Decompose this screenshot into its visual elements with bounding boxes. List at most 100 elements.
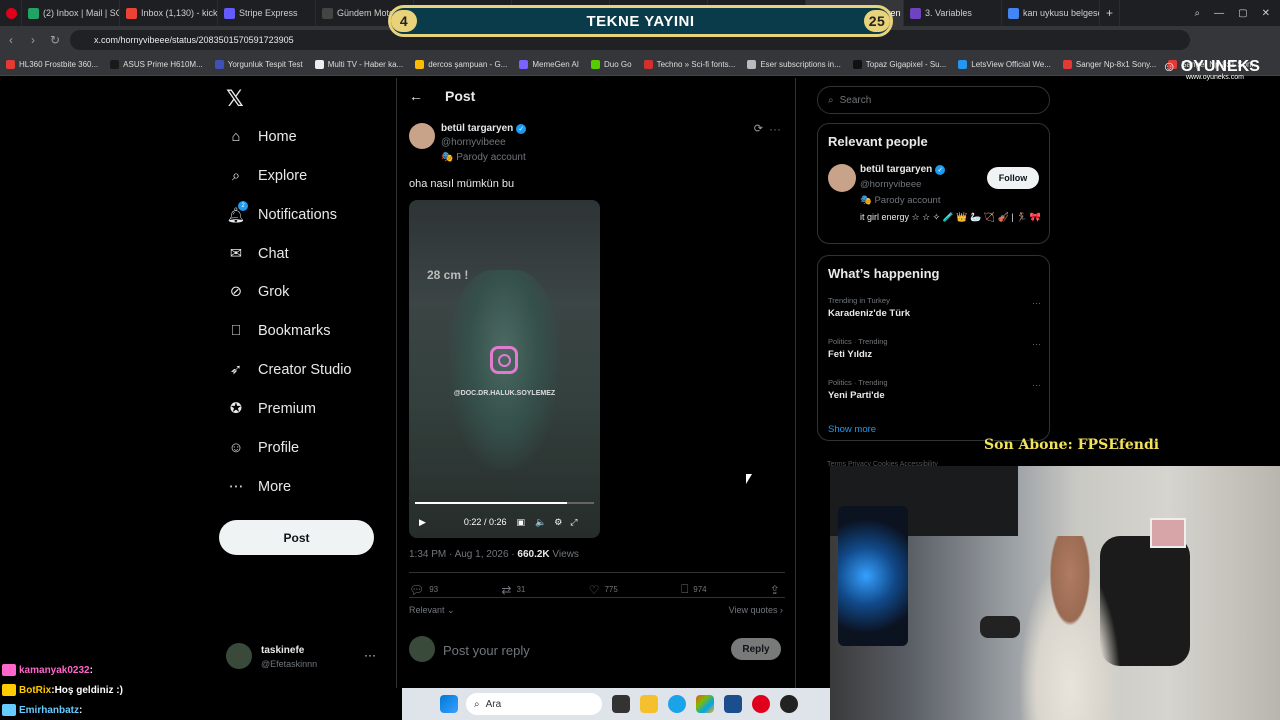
avatar[interactable] — [828, 164, 856, 192]
sidebar-item-creator-studio[interactable]: ➶ Creator Studio — [226, 355, 352, 385]
parody-label: 🎭 Parody account — [860, 195, 940, 206]
bookmark-item[interactable]: LetsView Official We... — [952, 60, 1057, 69]
person-handle[interactable]: @hornyvibeee — [860, 179, 921, 190]
author-handle[interactable]: @hornyvibeee — [441, 137, 506, 148]
captions-icon[interactable]: ▣ — [516, 517, 525, 528]
author-name[interactable]: betül targaryen — [441, 123, 513, 134]
browser-tab[interactable]: 3. Variables — [904, 0, 1002, 26]
sidebar-item-grok[interactable]: ⊘ Grok — [226, 277, 290, 307]
bookmark-item[interactable]: dercos şampuan - G... — [409, 60, 513, 69]
obs-icon[interactable] — [780, 695, 798, 713]
search-tabs-icon[interactable]: ⌕ — [1195, 8, 1201, 19]
person-name-row[interactable]: betül targaryen ✓ — [860, 164, 946, 175]
file-explorer-icon[interactable] — [640, 695, 658, 713]
browser-tab[interactable]: kan uykusu belgeseli — [1002, 0, 1100, 26]
sidebar-item-bookmarks[interactable]: ⎕ Bookmarks — [226, 316, 331, 346]
sidebar-item-premium[interactable]: ✪ Premium — [226, 394, 316, 424]
settings-icon[interactable]: ⚙ — [554, 517, 562, 528]
sidebar-item-profile[interactable]: ☺ Profile — [226, 433, 300, 463]
trend-more-icon[interactable]: ··· — [1032, 298, 1041, 308]
person-name[interactable]: betül targaryen — [860, 164, 932, 175]
back-icon[interactable]: ‹ — [0, 33, 22, 47]
bookmark-item[interactable]: Multi TV - Haber ka... — [309, 60, 409, 69]
tab-label: Gündem Moto — [337, 8, 395, 18]
author-avatar[interactable] — [409, 123, 435, 149]
minimize-icon[interactable]: — — [1214, 8, 1224, 19]
repost-button[interactable]: ⇄ 31 — [501, 582, 525, 597]
windows-start-icon[interactable] — [440, 695, 458, 713]
bookmark-label: MemeGen AI — [532, 60, 580, 69]
new-tab-icon[interactable]: + — [1100, 0, 1120, 26]
bookmark-label: HL360 Frostbite 360... — [19, 60, 99, 69]
sidebar-item-notifications[interactable]: 🔔︎ 2 Notifications — [226, 200, 337, 230]
sidebar-item-explore[interactable]: ⌕ Explore — [226, 161, 307, 191]
bookmark-item[interactable]: Sanger Np-8x1 Sony... — [1057, 60, 1162, 69]
taskbar-search[interactable]: ⌕ Ara — [466, 693, 602, 715]
reply-button[interactable]: 💬︎ 93 — [409, 582, 438, 597]
trend-item[interactable]: Politics · Trending Yeni Parti'de ··· — [828, 378, 1041, 401]
reload-icon[interactable]: ↻ — [44, 33, 66, 47]
bookmark-item[interactable]: ASUS Prime H610M... — [104, 60, 209, 69]
trend-item[interactable]: Trending in Turkey Karadeniz'de Türk ··· — [828, 296, 1041, 319]
browser-tab[interactable]: (2) Inbox | Mail | SOG — [22, 0, 120, 26]
bookmark-item[interactable]: Eser subscriptions in... — [741, 60, 846, 69]
play-icon[interactable]: ▶ — [419, 517, 426, 528]
bookmark-button[interactable]: ⎕ 974 — [681, 582, 707, 597]
post-button[interactable]: Post — [219, 520, 374, 555]
browser-tab[interactable]: Stripe Express — [218, 0, 316, 26]
taskbar-search-label: Ara — [485, 698, 502, 710]
view-quotes-link[interactable]: View quotes › — [729, 605, 783, 615]
chat-badge-icon — [2, 704, 16, 716]
reply-submit-button[interactable]: Reply — [731, 638, 781, 660]
pc-case-rgb — [838, 506, 908, 646]
trend-item[interactable]: Politics · Trending Feti Yıldız ··· — [828, 337, 1041, 360]
parody-mask-icon: 🎭 — [441, 152, 457, 163]
account-switcher[interactable]: taskinefe @Efetaskinnn ··· — [226, 638, 386, 674]
search-icon: ⌕ — [231, 168, 241, 184]
bookmark-item[interactable]: MemeGen AI — [513, 60, 585, 69]
reply-composer: Post your reply Reply — [409, 633, 785, 668]
trend-more-icon[interactable]: ··· — [1032, 380, 1041, 390]
close-icon[interactable]: ✕ — [1262, 8, 1270, 19]
tab-favicon-icon — [910, 7, 921, 19]
sidebar-item-chat[interactable]: ✉ Chat — [226, 239, 289, 269]
fullscreen-icon[interactable]: ⤢ — [570, 517, 577, 528]
brand-url: www.oyuneks.com — [1186, 74, 1244, 81]
trend-more-icon[interactable]: ··· — [1032, 339, 1041, 349]
post-more-icon[interactable]: ··· — [769, 122, 781, 136]
x-logo-icon[interactable]: 𝕏 — [226, 86, 244, 112]
reply-icon: 💬︎ — [409, 582, 425, 597]
bookmark-item[interactable]: Duo Go — [585, 60, 638, 69]
edge-icon[interactable] — [668, 695, 686, 713]
grok-icon[interactable]: ⟳ — [754, 122, 763, 135]
video-player[interactable]: 28 cm ! @DOC.DR.HALUK.SOYLEMEZ ▶ 0:22 / … — [409, 200, 600, 538]
author-name-row[interactable]: betül targaryen ✓ — [441, 123, 527, 134]
sidebar-item-more[interactable]: ⋯ More — [226, 472, 291, 502]
bookmark-item[interactable]: Techno » Sci-fi fonts... — [638, 60, 742, 69]
more-dots-icon[interactable]: ··· — [364, 648, 376, 662]
task-view-icon[interactable] — [612, 695, 630, 713]
forward-icon[interactable]: › — [22, 33, 44, 47]
copilot-icon[interactable] — [696, 695, 714, 713]
show-more-link[interactable]: Show more — [828, 424, 876, 435]
bookmark-item[interactable]: Topaz Gigapixel - Su... — [847, 60, 952, 69]
sort-dropdown[interactable]: Relevant ⌄ — [409, 605, 455, 616]
bookmark-favicon-icon — [214, 60, 224, 69]
sidebar-item-home[interactable]: ⌂ Home — [226, 122, 297, 152]
video-progress-bar[interactable] — [415, 502, 594, 504]
volume-icon[interactable]: 🔈 — [535, 517, 546, 528]
bookmark-item[interactable]: HL360 Frostbite 360... — [0, 60, 104, 69]
follow-button[interactable]: Follow — [987, 167, 1039, 189]
browser-tab[interactable]: Inbox (1,130) - kickta — [120, 0, 218, 26]
like-button[interactable]: ♡ 775 — [589, 582, 618, 597]
opera-icon[interactable] — [752, 695, 770, 713]
maximize-icon[interactable]: ▢ — [1238, 8, 1247, 19]
opera-menu-icon[interactable] — [0, 0, 22, 26]
search-input[interactable]: ⌕ Search — [817, 86, 1050, 114]
share-button[interactable]: ⇪ — [770, 582, 785, 597]
reply-input[interactable]: Post your reply — [443, 643, 530, 658]
back-arrow-icon[interactable]: ← — [409, 88, 423, 104]
bookmark-item[interactable]: Yorgunluk Tespit Test — [209, 60, 309, 69]
overlay-right-number: 25 — [864, 10, 890, 32]
store-icon[interactable] — [724, 695, 742, 713]
